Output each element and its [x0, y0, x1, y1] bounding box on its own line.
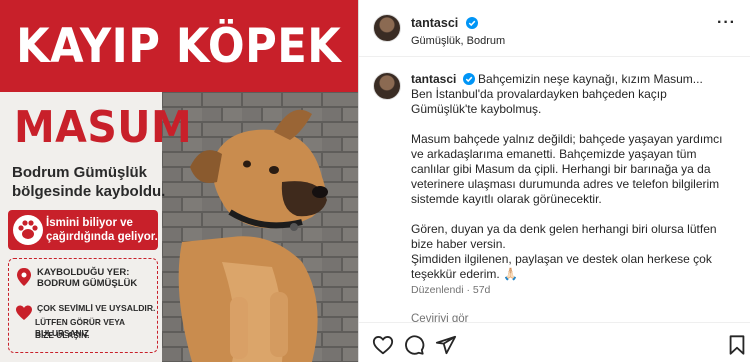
author-username[interactable]: tantasci — [411, 16, 458, 30]
details-box: KAYBOLDUĞU YER: BODRUM GÜMÜŞLÜK ÇOK SEVİ… — [8, 258, 158, 353]
author-avatar[interactable] — [373, 14, 401, 42]
caption-author-avatar[interactable] — [373, 72, 401, 100]
contact-line-2: BİZE ULAŞIN. — [35, 330, 90, 340]
poster-headline: KAYIP KÖPEK — [16, 18, 342, 74]
pray-emoji: 🙏🏻 — [503, 267, 518, 281]
lost-place-text: Bodrum Gümüşlük bölgesinde kayboldu. — [12, 164, 166, 200]
caption-username[interactable]: tantasci — [411, 72, 456, 86]
lost-location-value: BODRUM GÜMÜŞLÜK — [37, 278, 138, 289]
heart-icon — [16, 305, 32, 320]
location-pin-icon — [17, 268, 31, 286]
post-side-panel: tantasci Gümüşlük, Bodrum ··· tantasci B… — [359, 0, 750, 362]
more-options-icon[interactable]: ··· — [717, 14, 736, 32]
lost-location-label: KAYBOLDUĞU YER: — [37, 267, 130, 278]
dog-name: MASUM — [14, 102, 193, 153]
post-action-bar — [359, 322, 750, 362]
like-heart-icon[interactable] — [372, 334, 394, 356]
paw-icon — [13, 215, 43, 245]
header-divider — [359, 56, 750, 57]
caption-paragraph-3a: Gören, duyan ya da denk gelen herhangi b… — [411, 222, 717, 251]
name-info-box: İsmini biliyor ve çağırdığında geliyor. — [8, 210, 158, 250]
verified-badge-icon — [465, 17, 478, 29]
post-caption: tantasci Bahçemizin neşe kaynağı, kızım … — [411, 72, 736, 282]
poster-headline-bar: KAYIP KÖPEK — [0, 0, 358, 92]
caption-paragraph-2: Masum bahçede yalnız değildi; bahçede ya… — [411, 132, 723, 206]
lost-dog-poster: KAYIP KÖPEK MASUM Bodrum Gümüşlük bölges… — [0, 0, 358, 362]
save-bookmark-icon[interactable] — [726, 334, 748, 356]
name-info-line-1: İsmini biliyor ve — [46, 217, 133, 229]
caption-paragraph-3: Gören, duyan ya da denk gelen herhangi b… — [411, 222, 736, 282]
temperament-text: ÇOK SEVİMLİ VE UYSALDIR. — [37, 303, 156, 313]
post-location[interactable]: Gümüşlük, Bodrum — [411, 35, 505, 47]
post-header: tantasci Gümüşlük, Bodrum — [411, 14, 505, 47]
lost-location-row: KAYBOLDUĞU YER: BODRUM GÜMÜŞLÜK — [15, 267, 137, 289]
edited-timestamp: Düzenlendi · 57d — [411, 284, 491, 296]
caption-paragraph-3b: Şimdiden ilgilenen, paylaşan ve destek o… — [411, 252, 712, 281]
lost-location-text: KAYBOLDUĞU YER: BODRUM GÜMÜŞLÜK — [37, 267, 137, 289]
share-send-icon[interactable] — [435, 334, 457, 356]
caption-first-rest: Ben İstanbul'da provalardayken bahçeden … — [411, 87, 667, 116]
caption-paragraph-1: tantasci Bahçemizin neşe kaynağı, kızım … — [411, 72, 736, 117]
name-info-text: İsmini biliyor ve çağırdığında geliyor. — [46, 216, 158, 244]
caption-first-line: Bahçemizin neşe kaynağı, kızım Masum... — [478, 72, 703, 86]
name-info-line-2: çağırdığında geliyor. — [46, 231, 158, 243]
comment-icon[interactable] — [403, 334, 425, 356]
caption-verified-badge-icon — [462, 73, 475, 85]
